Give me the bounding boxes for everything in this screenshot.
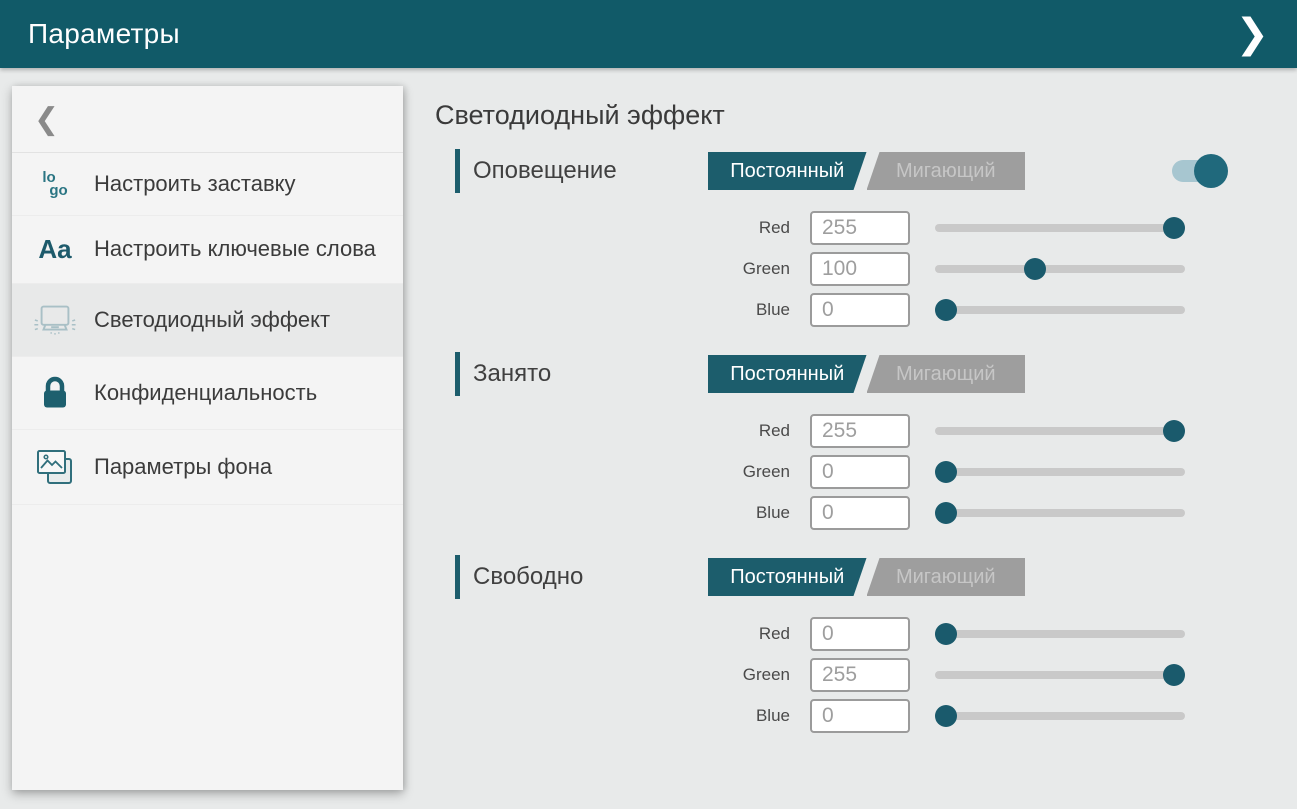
red-input[interactable] — [810, 414, 910, 448]
blue-label: Blue — [455, 300, 790, 320]
section-accent-bar — [455, 555, 460, 599]
slider-track — [935, 671, 1185, 679]
slider-thumb[interactable] — [1024, 258, 1046, 280]
green-input[interactable] — [810, 658, 910, 692]
green-label: Green — [455, 665, 790, 685]
sidebar-item-label: Светодиодный эффект — [94, 307, 330, 333]
slider-thumb[interactable] — [1163, 217, 1185, 239]
keywords-icon: Aa — [32, 234, 78, 265]
green-input[interactable] — [810, 252, 910, 286]
sidebar-item-screensaver[interactable]: logo Настроить заставку — [12, 153, 403, 216]
section-accent-bar — [455, 149, 460, 193]
blue-input[interactable] — [810, 496, 910, 530]
section-title: Занято — [473, 360, 551, 388]
blue-row: Blue — [455, 492, 1245, 533]
sidebar-item-label: Конфиденциальность — [94, 380, 317, 406]
section-alert: Оповещение Постоянный Мигающий Red — [455, 147, 1245, 330]
red-label: Red — [455, 421, 790, 441]
enable-switch[interactable] — [1172, 153, 1228, 189]
section-accent-bar — [455, 352, 460, 396]
slider-track — [935, 224, 1185, 232]
sidebar-item-label: Параметры фона — [94, 454, 272, 480]
mode-blinking-button[interactable]: Мигающий — [867, 355, 1026, 393]
slider-track — [935, 468, 1185, 476]
red-input[interactable] — [810, 211, 910, 245]
lock-icon — [32, 375, 78, 411]
mode-blinking-button[interactable]: Мигающий — [867, 558, 1026, 596]
blue-label: Blue — [455, 706, 790, 726]
green-row: Green — [455, 248, 1245, 289]
red-label: Red — [455, 218, 790, 238]
green-label: Green — [455, 259, 790, 279]
red-slider[interactable] — [935, 216, 1185, 240]
red-label: Red — [455, 624, 790, 644]
mode-toggle: Постоянный Мигающий — [708, 152, 1025, 190]
slider-track — [935, 509, 1185, 517]
red-row: Red — [455, 410, 1245, 451]
red-row: Red — [455, 207, 1245, 248]
blue-input[interactable] — [810, 699, 910, 733]
sidebar-item-led-effect[interactable]: Светодиодный эффект — [12, 284, 403, 357]
green-slider[interactable] — [935, 257, 1185, 281]
led-effect-panel: Светодиодный эффект Оповещение Постоянны… — [435, 68, 1297, 809]
chevron-right-icon[interactable]: ❯ — [1235, 14, 1269, 54]
title-bar: Параметры ❯ — [0, 0, 1297, 68]
mode-blinking-button[interactable]: Мигающий — [867, 152, 1026, 190]
sidebar-collapse-button[interactable]: ❮ — [12, 86, 403, 153]
section-free: Свободно Постоянный Мигающий Red Green — [455, 553, 1245, 736]
chevron-left-icon: ❮ — [34, 102, 59, 137]
slider-thumb[interactable] — [935, 502, 957, 524]
sidebar-item-label: Настроить ключевые слова — [94, 236, 376, 262]
blue-label: Blue — [455, 503, 790, 523]
slider-thumb[interactable] — [1163, 420, 1185, 442]
slider-thumb[interactable] — [935, 705, 957, 727]
sidebar-item-keywords[interactable]: Aa Настроить ключевые слова — [12, 216, 403, 284]
blue-input[interactable] — [810, 293, 910, 327]
logo-icon: logo — [32, 171, 78, 197]
mode-constant-button[interactable]: Постоянный — [708, 558, 867, 596]
blue-row: Blue — [455, 695, 1245, 736]
mode-toggle: Постоянный Мигающий — [708, 355, 1025, 393]
settings-sidebar: ❮ logo Настроить заставку Aa Настроить к… — [12, 86, 403, 790]
green-slider[interactable] — [935, 460, 1185, 484]
slider-track — [935, 712, 1185, 720]
background-images-icon — [32, 448, 78, 486]
page-title: Параметры — [28, 18, 180, 50]
slider-thumb[interactable] — [935, 299, 957, 321]
mode-toggle: Постоянный Мигающий — [708, 558, 1025, 596]
section-busy: Занято Постоянный Мигающий Red Green — [455, 350, 1245, 533]
green-label: Green — [455, 462, 790, 482]
slider-thumb[interactable] — [935, 461, 957, 483]
sidebar-item-background[interactable]: Параметры фона — [12, 430, 403, 505]
section-title: Оповещение — [473, 157, 617, 185]
slider-thumb[interactable] — [935, 623, 957, 645]
led-effect-icon — [32, 302, 78, 338]
panel-title: Светодиодный эффект — [435, 100, 1297, 131]
blue-slider[interactable] — [935, 704, 1185, 728]
section-title: Свободно — [473, 563, 583, 591]
slider-track — [935, 427, 1185, 435]
sidebar-item-privacy[interactable]: Конфиденциальность — [12, 357, 403, 430]
slider-track — [935, 265, 1185, 273]
green-input[interactable] — [810, 455, 910, 489]
green-row: Green — [455, 654, 1245, 695]
slider-thumb[interactable] — [1163, 664, 1185, 686]
blue-slider[interactable] — [935, 501, 1185, 525]
slider-track — [935, 630, 1185, 638]
switch-knob — [1194, 154, 1228, 188]
blue-slider[interactable] — [935, 298, 1185, 322]
blue-row: Blue — [455, 289, 1245, 330]
slider-track — [935, 306, 1185, 314]
red-slider[interactable] — [935, 622, 1185, 646]
mode-constant-button[interactable]: Постоянный — [708, 355, 867, 393]
mode-constant-button[interactable]: Постоянный — [708, 152, 867, 190]
red-input[interactable] — [810, 617, 910, 651]
red-row: Red — [455, 613, 1245, 654]
green-row: Green — [455, 451, 1245, 492]
red-slider[interactable] — [935, 419, 1185, 443]
green-slider[interactable] — [935, 663, 1185, 687]
sidebar-item-label: Настроить заставку — [94, 171, 296, 197]
